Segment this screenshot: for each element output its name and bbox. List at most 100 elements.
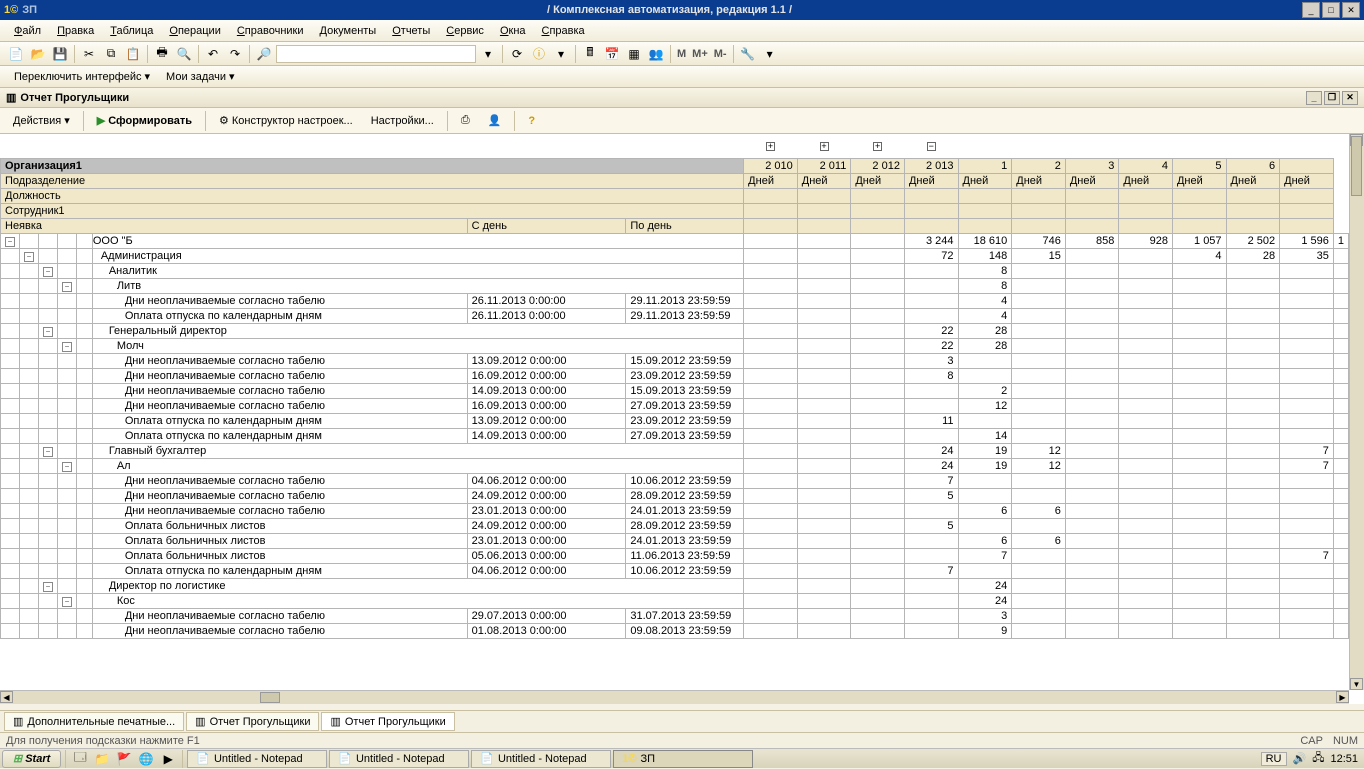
collapse-icon[interactable]: − — [62, 597, 72, 607]
collapse-icon[interactable]: − — [62, 462, 72, 472]
window-tab[interactable]: ▥Отчет Прогульщики — [321, 712, 454, 731]
tool-icon-1[interactable]: ⎙ — [454, 111, 477, 130]
report-restore-button[interactable]: ❐ — [1324, 91, 1340, 105]
tray-network-icon[interactable]: 🖧 — [1312, 749, 1324, 768]
table-row[interactable]: −ООО "Б3 24418 6107468589281 0572 5021 5… — [1, 233, 1349, 248]
collapse-icon[interactable]: − — [24, 252, 34, 262]
table-row[interactable]: Оплата отпуска по календарным дням04.06.… — [1, 563, 1349, 578]
menu-windows[interactable]: Окна — [492, 23, 534, 39]
scroll-down-icon[interactable]: ▼ — [1350, 678, 1363, 690]
quicklaunch-explorer-icon[interactable]: 📁 — [92, 749, 112, 769]
table-row[interactable]: Дни неоплачиваемые согласно табелю16.09.… — [1, 368, 1349, 383]
calc-icon[interactable]: 🖩 — [580, 44, 600, 64]
scroll-thumb-h[interactable] — [260, 692, 280, 703]
table-row[interactable]: −Генеральный директор2228 — [1, 323, 1349, 338]
table-row[interactable]: Оплата больничных листов24.09.2012 0:00:… — [1, 518, 1349, 533]
paste-icon[interactable]: 📋 — [123, 44, 143, 64]
table-row[interactable]: −Молч2228 — [1, 338, 1349, 353]
collapse-icon[interactable]: − — [43, 327, 53, 337]
print-icon[interactable]: 🖶 — [152, 44, 172, 64]
table-row[interactable]: Дни неоплачиваемые согласно табелю26.11.… — [1, 293, 1349, 308]
table-row[interactable]: Дни неоплачиваемые согласно табелю29.07.… — [1, 608, 1349, 623]
zoom-icon[interactable]: 🔎 — [254, 44, 274, 64]
wrench-icon[interactable]: 🔧 — [738, 44, 758, 64]
table-row[interactable]: −Администрация721481542835 — [1, 248, 1349, 263]
table-row[interactable]: Оплата отпуска по календарным дням13.09.… — [1, 413, 1349, 428]
menu-edit[interactable]: Правка — [49, 23, 102, 39]
collapse-icon[interactable]: − — [43, 267, 53, 277]
window-tab[interactable]: ▥Дополнительные печатные... — [4, 712, 184, 731]
table-row[interactable]: −Директор по логистике24 — [1, 578, 1349, 593]
report-close-button[interactable]: ✕ — [1342, 91, 1358, 105]
table-row[interactable]: Дни неоплачиваемые согласно табелю01.08.… — [1, 623, 1349, 638]
taskbar-task[interactable]: 📄Untitled - Notepad — [471, 750, 611, 768]
report-grid[interactable]: +++−Организация12 0102 0112 0122 0131234… — [0, 134, 1349, 639]
collapse-icon[interactable]: − — [43, 582, 53, 592]
table-row[interactable]: Дни неоплачиваемые согласно табелю13.09.… — [1, 353, 1349, 368]
users-icon[interactable]: 👥 — [646, 44, 666, 64]
taskbar-task[interactable]: 1©ЗП — [613, 750, 753, 768]
tray-volume-icon[interactable]: 🔊 — [1293, 752, 1307, 765]
search-input[interactable] — [276, 45, 476, 63]
quicklaunch-ie-icon[interactable]: 🌐 — [136, 749, 156, 769]
chart-icon[interactable]: ▦ — [624, 44, 644, 64]
window-tab[interactable]: ▥Отчет Прогульщики — [186, 712, 319, 731]
my-tasks-button[interactable]: Мои задачи ▾ — [160, 68, 240, 85]
copy-icon[interactable]: ⧉ — [101, 44, 121, 64]
menu-file[interactable]: Файл — [6, 23, 49, 39]
quicklaunch-media-icon[interactable]: ▶ — [158, 749, 178, 769]
collapse-icon[interactable]: − — [62, 282, 72, 292]
memory-mplus[interactable]: M+ — [690, 48, 710, 60]
collapse-icon[interactable]: − — [62, 342, 72, 352]
redo-icon[interactable]: ↷ — [225, 44, 245, 64]
menu-service[interactable]: Сервис — [438, 23, 492, 39]
find-icon[interactable]: 🔍 — [174, 44, 194, 64]
collapse-icon[interactable]: − — [5, 237, 15, 247]
report-minimize-button[interactable]: _ — [1306, 91, 1322, 105]
table-row[interactable]: −Главный бухгалтер2419127 — [1, 443, 1349, 458]
open-icon[interactable]: 📂 — [28, 44, 48, 64]
cut-icon[interactable]: ✂ — [79, 44, 99, 64]
table-row[interactable]: Дни неоплачиваемые согласно табелю14.09.… — [1, 383, 1349, 398]
quicklaunch-desktop-icon[interactable]: 🗔 — [70, 749, 90, 769]
memory-mminus[interactable]: M- — [712, 48, 729, 60]
table-row[interactable]: Дни неоплачиваемые согласно табелю24.09.… — [1, 488, 1349, 503]
menu-help[interactable]: Справка — [534, 23, 593, 39]
taskbar-task[interactable]: 📄Untitled - Notepad — [187, 750, 327, 768]
refresh-icon[interactable]: ⟳ — [507, 44, 527, 64]
form-button[interactable]: ▶ Сформировать — [90, 111, 199, 130]
calendar-icon[interactable]: 📅 — [602, 44, 622, 64]
menu-documents[interactable]: Документы — [312, 23, 385, 39]
scroll-right-icon[interactable]: ▶ — [1336, 691, 1349, 703]
menu-catalogs[interactable]: Справочники — [229, 23, 312, 39]
scroll-left-icon[interactable]: ◀ — [0, 691, 13, 703]
window-maximize-button[interactable]: □ — [1322, 2, 1340, 18]
dropdown-icon[interactable]: ▾ — [478, 44, 498, 64]
window-minimize-button[interactable]: _ — [1302, 2, 1320, 18]
table-row[interactable]: −Кос24 — [1, 593, 1349, 608]
taskbar-task[interactable]: 📄Untitled - Notepad — [329, 750, 469, 768]
menu-table[interactable]: Таблица — [102, 23, 161, 39]
table-row[interactable]: −Литв8 — [1, 278, 1349, 293]
tool-icon-2[interactable]: 👤 — [481, 111, 509, 130]
memory-m[interactable]: M — [675, 48, 688, 60]
start-button[interactable]: ⊞ Start — [2, 750, 61, 768]
designer-button[interactable]: ⚙ Конструктор настроек... — [212, 111, 360, 130]
table-row[interactable]: Оплата отпуска по календарным дням14.09.… — [1, 428, 1349, 443]
vertical-scrollbar[interactable]: ▲ ▼ — [1349, 134, 1364, 690]
info-icon[interactable]: ⓘ — [529, 44, 549, 64]
collapse-icon[interactable]: − — [43, 447, 53, 457]
help-icon[interactable]: ? — [521, 112, 542, 130]
table-row[interactable]: Дни неоплачиваемые согласно табелю23.01.… — [1, 503, 1349, 518]
table-row[interactable]: Дни неоплачиваемые согласно табелю16.09.… — [1, 398, 1349, 413]
scroll-thumb-v[interactable] — [1351, 136, 1362, 196]
settings-button[interactable]: Настройки... — [364, 112, 441, 130]
quicklaunch-flag-icon[interactable]: 🚩 — [114, 749, 134, 769]
table-row[interactable]: Оплата больничных листов23.01.2013 0:00:… — [1, 533, 1349, 548]
switch-interface-button[interactable]: Переключить интерфейс ▾ — [8, 68, 156, 85]
undo-icon[interactable]: ↶ — [203, 44, 223, 64]
table-row[interactable]: Дни неоплачиваемые согласно табелю04.06.… — [1, 473, 1349, 488]
table-row[interactable]: Оплата отпуска по календарным дням26.11.… — [1, 308, 1349, 323]
table-row[interactable]: −Аналитик8 — [1, 263, 1349, 278]
horizontal-scrollbar[interactable]: ◀ ▶ — [0, 690, 1349, 704]
